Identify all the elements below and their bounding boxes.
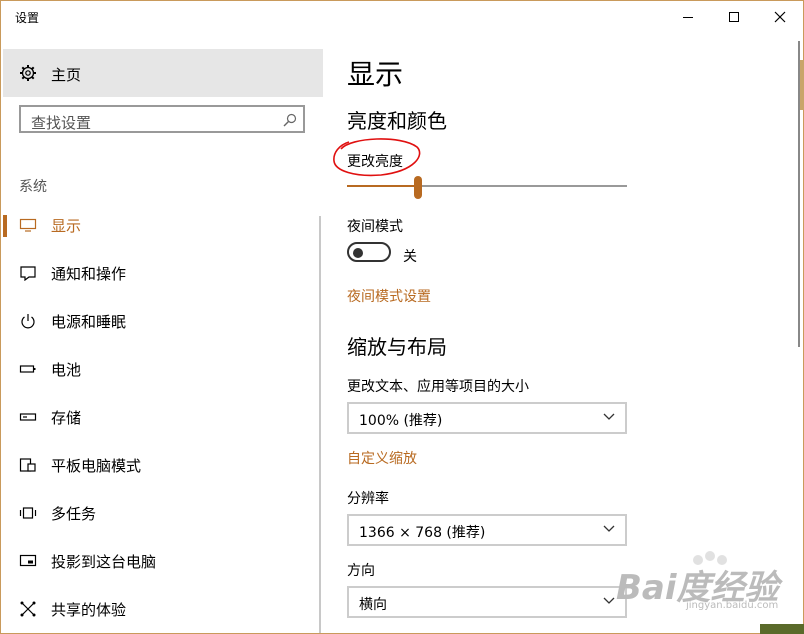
sidebar-item-multitask[interactable]: 多任务 <box>3 493 321 533</box>
chevron-down-icon <box>603 525 615 532</box>
sidebar-item-label: 显示 <box>51 217 82 235</box>
brightness-slider-track <box>421 185 627 187</box>
close-icon <box>774 11 786 23</box>
sidebar-home[interactable]: 主页 <box>3 49 323 97</box>
search-icon <box>283 113 297 127</box>
night-mode-settings-link[interactable]: 夜间模式设置 <box>347 286 431 306</box>
share-icon <box>20 601 36 617</box>
pane-divider <box>319 216 321 633</box>
sidebar-item-label: 多任务 <box>51 505 97 523</box>
sidebar-item-label: 投影到这台电脑 <box>51 553 157 571</box>
project-icon <box>19 554 37 567</box>
multitask-icon <box>19 507 37 519</box>
watermark-url: jingyan.baidu.com <box>686 600 779 611</box>
minimize-button[interactable] <box>665 1 711 33</box>
settings-window: 设置 主页 查找设置 系统 显示 通知和操作 电源和睡眠 电池 存储 平板电脑模… <box>0 0 804 634</box>
section-label-system: 系统 <box>19 179 47 195</box>
orientation-label: 方向 <box>347 563 375 579</box>
desktop-corner <box>760 624 804 634</box>
search-placeholder: 查找设置 <box>31 114 92 132</box>
home-label: 主页 <box>51 66 82 84</box>
sidebar-item-label: 通知和操作 <box>51 265 127 283</box>
orientation-dropdown[interactable]: 横向 <box>347 586 627 618</box>
maximize-icon <box>729 12 739 22</box>
night-mode-state: 关 <box>403 249 417 265</box>
scale-label: 更改文本、应用等项目的大小 <box>347 379 529 395</box>
search-input[interactable]: 查找设置 <box>19 105 305 133</box>
toggle-knob <box>353 248 363 258</box>
resolution-dropdown[interactable]: 1366 × 768 (推荐) <box>347 514 627 546</box>
brightness-slider-thumb[interactable] <box>414 176 422 199</box>
resolution-label: 分辨率 <box>347 491 389 507</box>
sidebar-item-label: 电池 <box>51 361 82 379</box>
sidebar-item-label: 共享的体验 <box>51 601 127 619</box>
sidebar-item-notifications[interactable]: 通知和操作 <box>3 253 321 293</box>
sidebar-item-storage[interactable]: 存储 <box>3 397 321 437</box>
monitor-icon <box>19 218 37 232</box>
storage-icon <box>19 413 37 421</box>
resolution-value: 1366 × 768 (推荐) <box>359 525 486 541</box>
sidebar-item-tablet[interactable]: 平板电脑模式 <box>3 445 321 485</box>
brightness-slider-fill <box>347 185 421 187</box>
custom-scale-link[interactable]: 自定义缩放 <box>347 448 417 468</box>
close-button[interactable] <box>757 1 803 33</box>
sidebar-item-shared[interactable]: 共享的体验 <box>3 589 321 629</box>
orientation-value: 横向 <box>359 597 387 613</box>
chevron-down-icon <box>603 413 615 420</box>
battery-icon <box>19 365 36 373</box>
brightness-heading: 亮度和颜色 <box>347 109 447 133</box>
sidebar-item-power[interactable]: 电源和睡眠 <box>3 301 321 341</box>
scale-dropdown[interactable]: 100% (推荐) <box>347 402 627 434</box>
scale-layout-heading: 缩放与布局 <box>347 335 447 359</box>
minimize-icon <box>683 17 693 18</box>
sidebar-item-label: 平板电脑模式 <box>51 457 142 475</box>
red-circle-annotation <box>333 138 421 177</box>
night-mode-label: 夜间模式 <box>347 219 403 235</box>
message-icon <box>20 266 36 281</box>
gear-icon <box>20 65 36 81</box>
sidebar-item-battery[interactable]: 电池 <box>3 349 321 389</box>
sidebar-item-label: 存储 <box>51 409 82 427</box>
night-mode-toggle[interactable] <box>347 242 391 262</box>
maximize-button[interactable] <box>711 1 757 33</box>
title-bar: 设置 <box>1 1 803 33</box>
sidebar-item-display[interactable]: 显示 <box>3 205 321 245</box>
sidebar-item-project[interactable]: 投影到这台电脑 <box>3 541 321 581</box>
page-title: 显示 <box>347 58 404 91</box>
window-title: 设置 <box>15 11 40 25</box>
power-icon <box>21 314 35 329</box>
background-window-edge <box>800 60 804 110</box>
sidebar-item-label: 电源和睡眠 <box>51 313 127 331</box>
tablet-icon <box>19 458 36 472</box>
scale-value: 100% (推荐) <box>359 413 443 429</box>
